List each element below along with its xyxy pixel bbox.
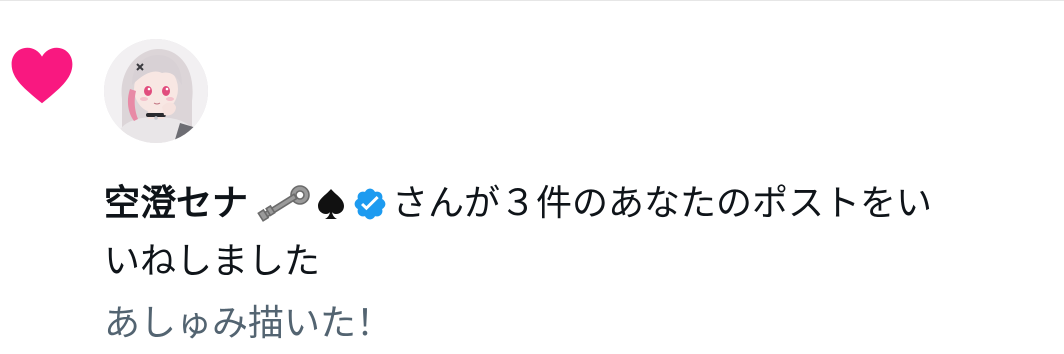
heart-icon <box>11 47 73 104</box>
avatar-image <box>104 39 208 143</box>
action-text-line2: いねしました <box>104 241 321 282</box>
spade-icon <box>318 189 345 219</box>
user-name-link[interactable]: 空澄セナ <box>104 179 248 229</box>
liked-post-preview[interactable]: あしゅみ描いた！ <box>104 299 392 349</box>
key-icon <box>257 185 310 222</box>
action-text-line1: さんが３件のあなたのポストをい <box>392 183 933 224</box>
avatar[interactable] <box>104 39 208 143</box>
verified-badge-icon <box>354 188 386 220</box>
notification-text-line1: 空澄セナ さんが３件のあなたのポストをい <box>104 179 1054 229</box>
like-notification[interactable]: 空澄セナ さんが３件のあなたのポストをい いねしました あしゅみ描いた！ <box>0 0 1064 354</box>
